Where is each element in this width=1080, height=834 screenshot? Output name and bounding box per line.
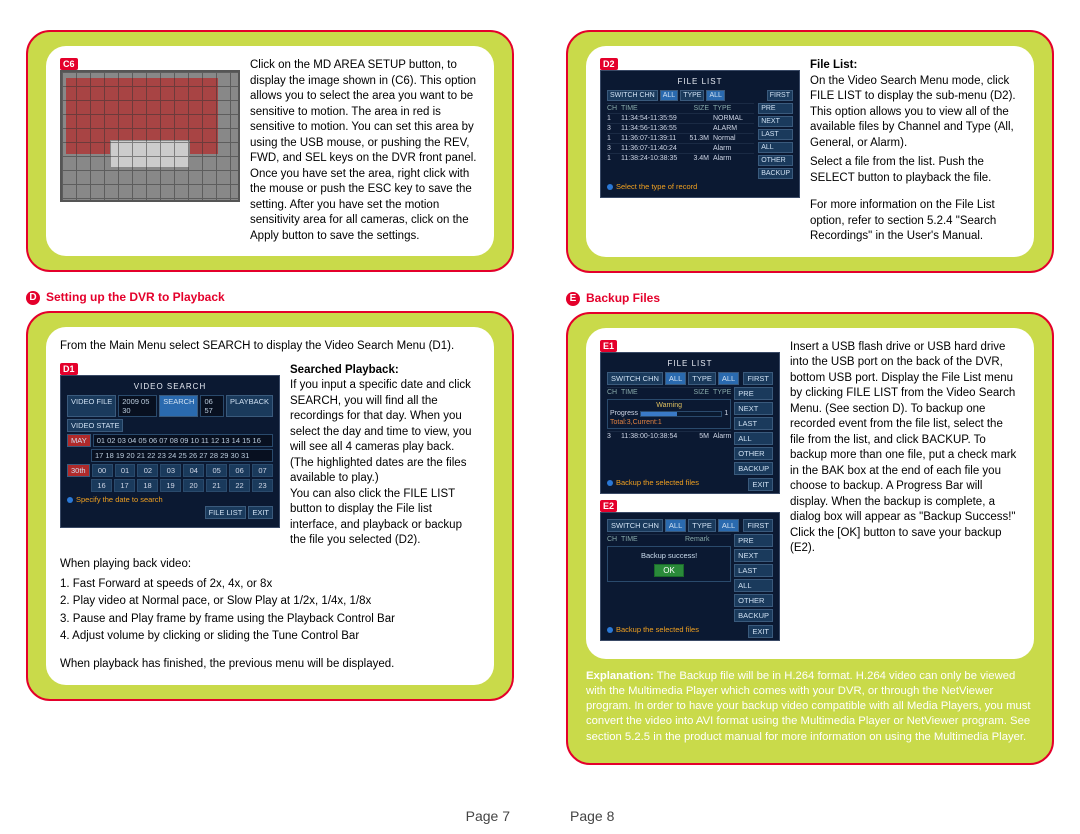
vs-foot: Specify the date to search bbox=[76, 495, 163, 504]
page-8: D2 FILE LIST SWITCH CHN ALL TYPE ALL FIR… bbox=[540, 0, 1080, 834]
section-e-letter: E bbox=[566, 292, 580, 306]
searched-head: Searched Playback: bbox=[290, 363, 480, 379]
d-intro: From the Main Menu select SEARCH to disp… bbox=[60, 339, 480, 355]
page-7-number: Page 7 bbox=[466, 808, 510, 824]
e-body: Insert a USB flash drive or USB hard dri… bbox=[790, 340, 1020, 557]
vs-days1: 01 02 03 04 05 06 07 08 09 10 11 12 13 1… bbox=[93, 434, 273, 447]
vs-videofile: VIDEO FILE bbox=[67, 395, 116, 417]
c6-tag: C6 bbox=[60, 58, 78, 70]
page-8-number: Page 8 bbox=[570, 808, 614, 824]
fl-title: FILE LIST bbox=[607, 77, 793, 86]
callout-c6: C6 Click on the MD AREA SETUP button, to… bbox=[26, 30, 514, 272]
video-search-title: VIDEO SEARCH bbox=[67, 382, 273, 391]
e2-tag: E2 bbox=[600, 500, 617, 512]
vs-time: 06 57 bbox=[200, 395, 223, 417]
page-7: C6 Click on the MD AREA SETUP button, to… bbox=[0, 0, 540, 834]
vs-30th: 30th bbox=[67, 464, 90, 477]
filelist-head: File List: bbox=[810, 58, 1020, 74]
vs-state: VIDEO STATE bbox=[67, 419, 123, 432]
playback-end: When playback has finished, the previous… bbox=[60, 657, 480, 673]
c6-figure: C6 bbox=[60, 58, 240, 244]
section-e-head: E Backup Files bbox=[566, 291, 1054, 306]
ok-button: OK bbox=[654, 564, 684, 577]
vs-exit: EXIT bbox=[248, 506, 273, 519]
searched-body: If you input a specific date and click S… bbox=[290, 378, 480, 549]
callout-e: E1 FILE LIST SWITCH CHN ALL TYPE ALL FIR… bbox=[566, 312, 1054, 765]
vs-filelist: FILE LIST bbox=[205, 506, 247, 519]
d2-tag: D2 bbox=[600, 58, 618, 70]
vs-search: SEARCH bbox=[159, 395, 198, 417]
d2-figure: D2 FILE LIST SWITCH CHN ALL TYPE ALL FIR… bbox=[600, 58, 800, 245]
section-d-letter: D bbox=[26, 291, 40, 305]
callout-d: From the Main Menu select SEARCH to disp… bbox=[26, 311, 514, 701]
vs-playback: PLAYBACK bbox=[226, 395, 273, 417]
c6-body: Click on the MD AREA SETUP button, to di… bbox=[250, 58, 480, 244]
e-figures: E1 FILE LIST SWITCH CHN ALL TYPE ALL FIR… bbox=[600, 340, 780, 647]
section-d-head: D Setting up the DVR to Playback bbox=[26, 290, 514, 305]
explanation: Explanation: The Backup file will be in … bbox=[586, 669, 1034, 745]
vs-may: MAY bbox=[67, 434, 91, 447]
filelist-body2: Select a file from the list. Push the SE… bbox=[810, 155, 1020, 186]
filelist-body3: For more information on the File List op… bbox=[810, 198, 1020, 245]
d1-figure: D1 VIDEO SEARCH VIDEO FILE 2009 05 30 SE… bbox=[60, 363, 280, 549]
vs-days2: 17 18 19 20 21 22 23 24 25 26 27 28 29 3… bbox=[91, 449, 273, 462]
playback-list: 1. Fast Forward at speeds of 2x, 4x, or … bbox=[60, 576, 480, 645]
callout-filelist: D2 FILE LIST SWITCH CHN ALL TYPE ALL FIR… bbox=[566, 30, 1054, 273]
e1-tag: E1 bbox=[600, 340, 617, 352]
section-e-title: Backup Files bbox=[586, 291, 660, 305]
playback-intro: When playing back video: bbox=[60, 557, 480, 573]
vs-date: 2009 05 30 bbox=[118, 395, 157, 417]
section-d-title: Setting up the DVR to Playback bbox=[46, 290, 225, 304]
filelist-body1: On the Video Search Menu mode, click FIL… bbox=[810, 74, 1020, 152]
d1-tag: D1 bbox=[60, 363, 78, 375]
